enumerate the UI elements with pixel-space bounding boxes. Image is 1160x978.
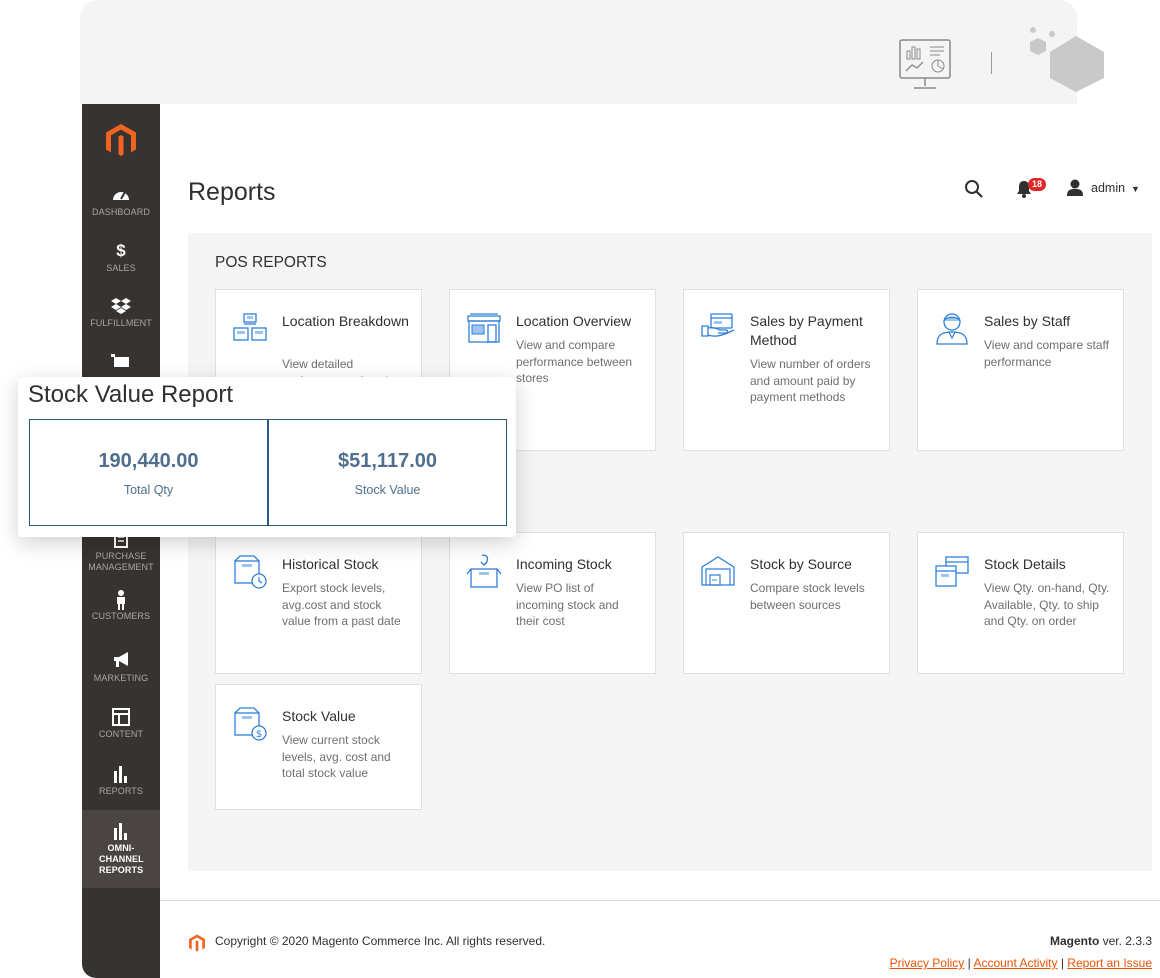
report-card-title: Sales by Staff xyxy=(984,313,1071,329)
version-number: ver. 2.3.3 xyxy=(1099,934,1152,948)
report-card-title: Sales by Payment Method xyxy=(750,313,863,348)
sidebar-item-sales[interactable]: $ SALES xyxy=(82,242,160,278)
brand-name: Magento xyxy=(1049,934,1100,948)
megaphone-icon xyxy=(82,652,160,670)
bar-chart-icon xyxy=(82,822,160,840)
footer: Copyright © 2020 Magento Commerce Inc. A… xyxy=(160,900,1160,978)
page-title: Reports xyxy=(188,178,276,206)
report-card-title: Incoming Stock xyxy=(516,556,612,572)
report-card-incoming-stock[interactable]: Incoming Stock View PO list of incoming … xyxy=(449,532,656,674)
total-qty-kpi: 190,440.00 Total Qty xyxy=(29,419,268,526)
section-title-pos-reports: POS REPORTS xyxy=(215,254,327,271)
report-card-historical-stock[interactable]: Historical Stock Export stock levels, av… xyxy=(215,532,422,674)
sidebar-item-reports[interactable]: REPORTS xyxy=(82,765,160,801)
sidebar-item-marketing[interactable]: MARKETING xyxy=(82,652,160,688)
footer-links: Privacy Policy | Account Activity | Repo… xyxy=(889,956,1152,970)
sidebar-item-catalog[interactable] xyxy=(82,354,160,376)
report-card-description: View and compare performance between sto… xyxy=(516,338,633,385)
gauge-icon xyxy=(82,186,160,204)
version-text: Magento ver. 2.3.3 xyxy=(1050,934,1152,948)
notification-count-badge[interactable]: 18 xyxy=(1028,178,1047,191)
sidebar-item-dashboard[interactable]: DASHBOARD xyxy=(82,186,160,222)
kpi-label: Stock Value xyxy=(354,483,421,497)
person-icon xyxy=(82,590,160,610)
analytics-monitor-icon xyxy=(899,39,951,89)
stock-value-report-panel: Stock Value Report 190,440.00 Total Qty … xyxy=(18,377,516,537)
svg-text:$: $ xyxy=(256,729,262,740)
layout-icon xyxy=(82,708,160,726)
copyright-text: Copyright © 2020 Magento Commerce Inc. A… xyxy=(215,934,546,948)
report-card-description: Export stock levels, avg.cost and stock … xyxy=(282,581,401,628)
user-icon[interactable] xyxy=(1066,179,1084,196)
search-icon[interactable] xyxy=(964,179,984,199)
report-card-description: View current stock levels, avg. cost and… xyxy=(282,733,391,780)
report-card-stock-details[interactable]: Stock Details View Qty. on-hand, Qty. Av… xyxy=(917,532,1124,674)
kpi-label: Total Qty xyxy=(123,483,174,497)
sidebar-item-content[interactable]: CONTENT xyxy=(82,708,160,744)
sidebar-item-label: PURCHASE MANAGEMENT xyxy=(88,551,154,572)
sidebar-item-label: CONTENT xyxy=(98,729,144,739)
screen: DASHBOARD $ SALES FULFILLMENT PURCHASE M… xyxy=(0,0,1160,978)
report-card-description: View and compare staff performance xyxy=(984,338,1109,369)
report-card-stock-by-source[interactable]: Stock by Source Compare stock levels bet… xyxy=(683,532,890,674)
admin-panel: DASHBOARD $ SALES FULFILLMENT PURCHASE M… xyxy=(82,104,1160,978)
sidebar-item-label: OMNI-CHANNEL REPORTS xyxy=(99,843,144,875)
report-card-title: Stock Value xyxy=(282,708,356,724)
report-card-description: View number of orders and amount paid by… xyxy=(750,357,871,404)
background-card xyxy=(80,0,1104,104)
admin-user-menu[interactable]: admin xyxy=(1091,181,1125,195)
divider xyxy=(991,52,992,74)
sidebar-item-label: FULFILLMENT xyxy=(90,318,152,328)
report-card-title: Historical Stock xyxy=(282,556,379,572)
report-card-title: Location Breakdown xyxy=(282,313,409,329)
dollar-icon: $ xyxy=(116,241,126,260)
report-card-sales-by-staff[interactable]: Sales by Staff View and compare staff pe… xyxy=(917,289,1124,451)
dropbox-icon xyxy=(82,297,160,315)
report-card-stock-value[interactable]: $ Stock Value View current stock levels,… xyxy=(215,684,422,810)
sidebar-item-label: DASHBOARD xyxy=(92,207,150,217)
buildings-icon xyxy=(233,313,267,341)
box-clock-icon xyxy=(234,555,267,589)
sidebar-item-customers[interactable]: CUSTOMERS xyxy=(82,590,160,626)
chevron-down-icon[interactable]: ▼ xyxy=(1131,184,1140,194)
box-dollar-icon: $ xyxy=(234,707,267,741)
reports-content: POS REPORTS Location Breakdown View deta… xyxy=(188,233,1152,871)
stacked-boxes-icon xyxy=(935,556,969,587)
stock-value-kpi: $51,117.00 Stock Value xyxy=(268,419,507,526)
report-card-description: View PO list of incoming stock and their… xyxy=(516,581,619,628)
sidebar-item-label: MARKETING xyxy=(93,673,149,683)
hexagon-logo-icon xyxy=(1030,27,1104,92)
report-card-sales-by-payment-method[interactable]: Sales by Payment Method View number of o… xyxy=(683,289,890,451)
sidebar-item-label: SALES xyxy=(106,263,136,273)
payment-card-hand-icon xyxy=(701,313,735,337)
sidebar-item-omni-channel-reports[interactable]: OMNI-CHANNEL REPORTS xyxy=(82,810,160,888)
storefront-icon xyxy=(467,313,501,343)
warehouse-icon xyxy=(701,556,735,586)
privacy-policy-link[interactable]: Privacy Policy xyxy=(890,956,965,970)
cart-icon xyxy=(82,354,160,372)
panel-title: Stock Value Report xyxy=(28,381,233,408)
incoming-box-icon xyxy=(466,554,502,588)
report-card-title: Stock by Source xyxy=(750,556,852,572)
report-card-title: Location Overview xyxy=(516,313,632,329)
report-card-title: Stock Details xyxy=(984,556,1066,572)
report-card-description: View Qty. on-hand, Qty. Available, Qty. … xyxy=(984,581,1110,628)
account-activity-link[interactable]: Account Activity xyxy=(973,956,1057,970)
report-issue-link[interactable]: Report an Issue xyxy=(1067,956,1152,970)
kpi-value: 190,440.00 xyxy=(98,450,199,472)
sidebar-item-label: REPORTS xyxy=(98,786,144,796)
magento-logo-icon[interactable] xyxy=(104,122,138,158)
magento-logo-icon xyxy=(189,934,205,952)
bar-chart-icon xyxy=(82,765,160,783)
report-card-description: Compare stock levels between sources xyxy=(750,581,865,612)
sidebar-item-label: CUSTOMERS xyxy=(91,611,151,621)
sidebar-item-fulfillment[interactable]: FULFILLMENT xyxy=(82,297,160,333)
staff-person-icon xyxy=(936,313,968,345)
kpi-value: $51,117.00 xyxy=(338,450,437,472)
sidebar: DASHBOARD $ SALES FULFILLMENT PURCHASE M… xyxy=(82,104,160,978)
